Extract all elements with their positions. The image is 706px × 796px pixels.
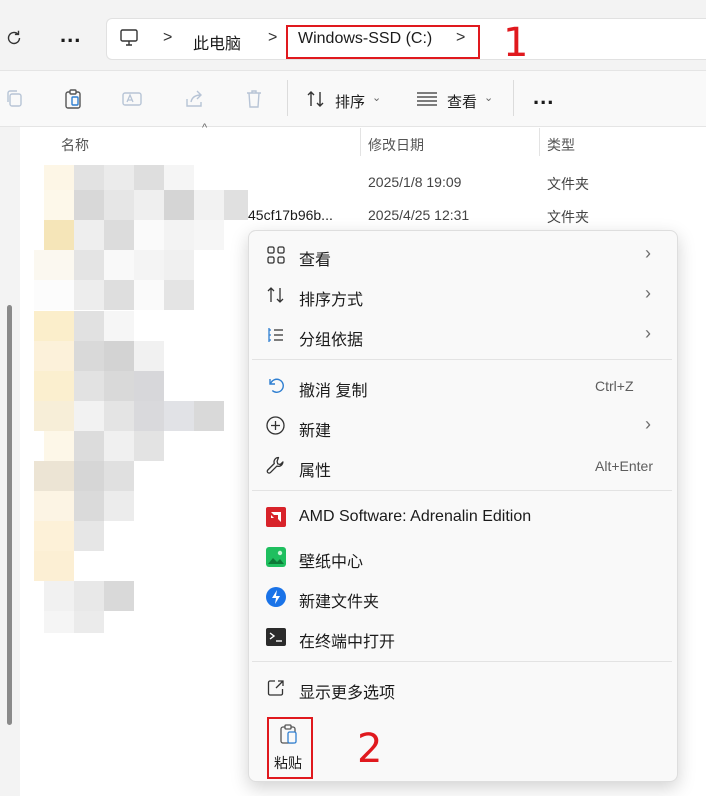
new-folder-icon [266,587,286,607]
menu-item-label: 在终端中打开 [299,634,396,651]
chevron-down-icon: ⌄ [484,92,494,104]
undo-icon [266,376,286,396]
share-icon[interactable] [183,88,205,110]
menu-item-label: AMD Software: Adrenalin Edition [299,508,532,525]
menu-item-shortcut: Ctrl+Z [595,378,634,394]
annotation-marker-1: 1 [503,20,529,66]
row-modified: 2025/1/8 19:09 [368,174,462,190]
sort-button[interactable]: 排序 [335,91,365,112]
sort-icon[interactable] [306,89,326,109]
menu-item-label: 新建文件夹 [299,594,380,611]
add-circle-icon [265,415,286,436]
menu-item-label: 显示更多选项 [299,685,396,702]
refresh-icon[interactable] [5,29,23,47]
toolbar-divider [513,80,514,116]
menu-item-label: 排序方式 [299,292,364,309]
column-header-name[interactable]: 名称 [61,135,89,155]
wrench-icon [265,455,286,476]
view-lines-icon[interactable] [416,91,438,107]
menu-item-shortcut: Alt+Enter [595,458,653,474]
computer-icon [119,28,139,48]
wallpaper-icon [266,547,286,567]
breadcrumb-separator: > [163,29,173,46]
menu-item-label: 新建 [299,423,332,440]
annotation-marker-2: 2 [357,726,383,772]
chevron-right-icon: › [645,323,651,343]
annotation-box-2 [267,717,313,779]
menu-divider [252,359,672,360]
toolbar-divider [287,80,288,116]
sort-up-icon: ^ [202,122,208,134]
more-nav-button[interactable]: ... [60,22,81,48]
column-divider[interactable] [539,128,540,156]
menu-divider [252,490,672,491]
more-options-button[interactable]: ... [533,84,554,110]
annotation-box-1 [286,25,480,59]
scrollbar-thumb[interactable] [7,305,12,725]
menu-item-label: 分组依据 [299,332,364,349]
column-header-modified[interactable]: 修改日期 [368,135,424,155]
copy-icon[interactable] [4,89,24,109]
chevron-right-icon: › [645,414,651,434]
view-button[interactable]: 查看 [447,91,477,112]
grid-icon [266,245,286,265]
menu-item-label: 撤消 复制 [299,383,368,400]
row-name: 45cf17b96b... [248,207,333,223]
breadcrumb-separator: > [268,29,278,46]
chevron-right-icon: › [645,283,651,303]
group-list-icon [266,325,286,345]
amd-icon [266,507,286,527]
menu-item-label: 查看 [299,252,332,269]
menu-item-label: 壁纸中心 [299,554,364,571]
breadcrumb-this-pc[interactable]: 此电脑 [193,30,241,54]
menu-item-label: 属性 [299,463,332,480]
row-modified: 2025/4/25 12:31 [368,207,470,223]
sort-icon [266,285,286,305]
chevron-right-icon: › [645,243,651,263]
paste-toolbar-icon[interactable] [62,88,84,110]
delete-icon[interactable] [243,88,265,110]
rename-icon[interactable] [121,88,143,110]
open-external-icon [266,678,286,698]
menu-divider [252,661,672,662]
row-type: 文件夹 [547,209,589,225]
column-header-type[interactable]: 类型 [547,135,575,155]
column-divider[interactable] [360,128,361,156]
terminal-icon [266,628,286,646]
chevron-down-icon: ⌄ [372,92,382,104]
row-type: 文件夹 [547,176,589,192]
